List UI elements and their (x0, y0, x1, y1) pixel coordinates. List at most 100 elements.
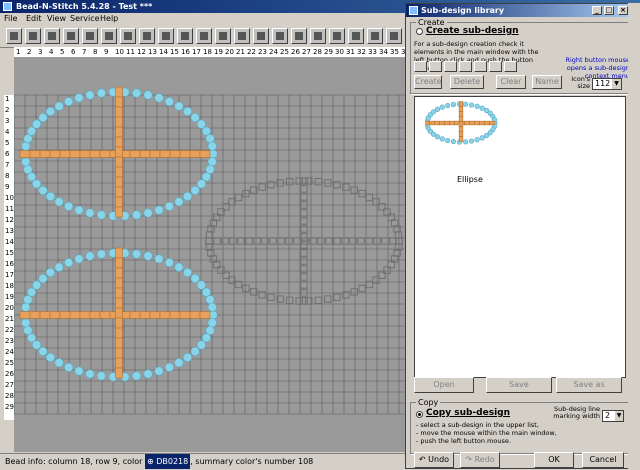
column-number: 4 (49, 48, 54, 56)
save-button[interactable]: Save (486, 377, 552, 393)
shape-select-icon[interactable] (414, 61, 427, 72)
ellipse-thumbnail[interactable] (425, 99, 505, 149)
ghost-bead (253, 237, 261, 245)
pencil-icon[interactable] (63, 28, 79, 44)
fill-icon[interactable] (196, 28, 212, 44)
shape-ellipse-icon[interactable] (489, 61, 502, 72)
ellipse-bead (468, 138, 475, 144)
row-number: 19 (5, 293, 14, 301)
maximize-icon[interactable]: □ (604, 6, 614, 15)
ellipse-icon[interactable] (234, 28, 250, 44)
cross-bead (474, 120, 480, 126)
chevron-down-icon[interactable]: ▼ (615, 411, 623, 421)
clear-button[interactable]: Clear (496, 75, 526, 89)
cross-bead (115, 357, 123, 369)
ghost-bead (389, 237, 397, 245)
row-number: 20 (5, 304, 14, 312)
cross-bead (199, 311, 211, 319)
icon-size-select[interactable]: 112 ▼ (592, 78, 622, 90)
undo-icon[interactable] (139, 28, 155, 44)
ellipse-bead (74, 93, 84, 103)
redo-button[interactable]: ↷ Redo (460, 452, 500, 468)
undo-button[interactable]: ↶ Undo (414, 452, 454, 468)
menu-edit[interactable]: Edit (26, 14, 42, 23)
design-canvas[interactable] (13, 57, 411, 452)
open-button[interactable]: Open (414, 377, 474, 393)
shape-line-icon[interactable] (429, 61, 442, 72)
sub-design-list[interactable]: Ellipse (414, 96, 626, 378)
help-icon[interactable] (386, 28, 402, 44)
cross-bead (454, 120, 460, 126)
circle-icon[interactable] (215, 28, 231, 44)
column-number: 2 (27, 48, 32, 56)
cross-bead (115, 156, 123, 168)
ellipse-bead (21, 302, 31, 312)
ellipse-item-label[interactable]: Ellipse (457, 175, 483, 184)
ghost-bead (245, 237, 253, 245)
copy-radio[interactable] (416, 411, 423, 420)
bead-grid[interactable] (13, 57, 411, 452)
save-as-button[interactable]: Save as (556, 377, 622, 393)
cross-bead (169, 311, 181, 319)
color-icon[interactable] (348, 28, 364, 44)
grid-icon[interactable] (177, 28, 193, 44)
cross-bead (458, 101, 464, 107)
minimize-icon[interactable]: _ (592, 6, 602, 15)
cancel-button[interactable]: Cancel (582, 452, 624, 468)
name-button[interactable]: Name (532, 75, 562, 89)
lasso-icon[interactable] (272, 28, 288, 44)
column-number: 9 (104, 48, 109, 56)
row-number: 4 (5, 128, 10, 136)
zoom-icon[interactable] (329, 28, 345, 44)
chevron-down-icon[interactable]: ▼ (612, 79, 621, 89)
copy-radio-label[interactable]: Copy sub-design (426, 408, 510, 418)
menu-help[interactable]: Help (100, 14, 118, 23)
ghost-bead (229, 237, 237, 245)
ellipse-bead (143, 208, 153, 218)
select-icon[interactable] (310, 28, 326, 44)
ellipse-bead (190, 273, 200, 284)
text-icon[interactable] (120, 28, 136, 44)
create-button[interactable]: Create (414, 75, 442, 89)
create-radio-label[interactable]: Create sub-design (426, 26, 519, 36)
column-number: 15 (170, 48, 179, 56)
column-number: 7 (82, 48, 87, 56)
new-icon[interactable] (6, 28, 22, 44)
ellipse-bead (74, 366, 84, 376)
column-number: 29 (324, 48, 333, 56)
ghost-bead (357, 237, 365, 245)
create-radio[interactable] (416, 28, 423, 37)
pattern-icon[interactable] (291, 28, 307, 44)
ellipse-bead (54, 197, 64, 207)
line-width-select[interactable]: 2 ▼ (602, 410, 624, 422)
close-icon[interactable]: × (618, 6, 628, 15)
rectangle-icon[interactable] (101, 28, 117, 44)
cross-bead (39, 150, 51, 158)
open-icon[interactable] (25, 28, 41, 44)
shape-circle-icon[interactable] (474, 61, 487, 72)
ghost-bead (267, 181, 275, 189)
ok-button[interactable]: OK (534, 452, 574, 468)
cross-bead (129, 150, 141, 158)
shape-rect-icon[interactable] (444, 61, 457, 72)
cross-bead (59, 150, 71, 158)
shape-pattern-icon[interactable] (504, 61, 517, 72)
copy-group-label: Copy (416, 398, 441, 407)
cross-bead (59, 311, 71, 319)
row-number: 6 (5, 150, 10, 158)
ellipse-bead (154, 254, 164, 264)
ellipse-bead (132, 88, 142, 98)
ellipse-bead (132, 249, 142, 259)
shape-fill-icon[interactable] (459, 61, 472, 72)
menu-view[interactable]: View (47, 14, 66, 23)
ellipse-bead (182, 267, 193, 278)
redo-icon[interactable] (158, 28, 174, 44)
curve-icon[interactable] (253, 28, 269, 44)
print-icon[interactable] (367, 28, 383, 44)
menu-service[interactable]: Service (70, 14, 100, 23)
menu-file[interactable]: File (4, 14, 17, 23)
save-icon[interactable] (44, 28, 60, 44)
line-icon[interactable] (82, 28, 98, 44)
delete-button[interactable]: Delete (450, 75, 484, 89)
undo-label: Undo (428, 455, 450, 464)
